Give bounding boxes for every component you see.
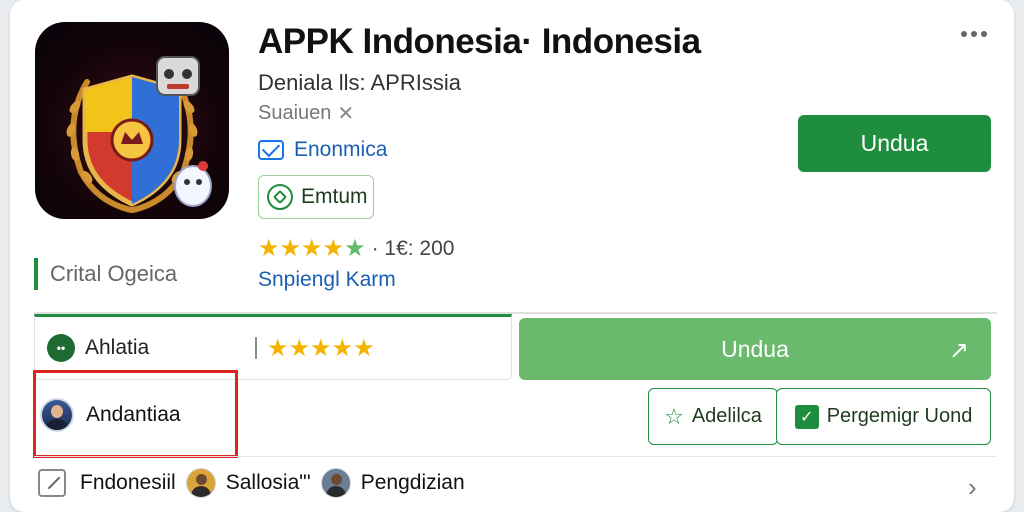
- tab-icon: ••: [47, 334, 75, 362]
- rating-value: · 1€: 200: [371, 236, 455, 260]
- arrow-icon: ↗: [948, 337, 969, 364]
- tab-stars: ★★★★★: [267, 334, 375, 362]
- permission-label: Pergemigr Uond: [826, 405, 973, 427]
- list-item[interactable]: Fndonesiil: [80, 471, 176, 495]
- developer-name[interactable]: Deniala lls: APRIssia: [258, 70, 461, 96]
- badge-label: Emtum: [301, 185, 368, 208]
- badge-icon: [267, 184, 293, 210]
- secondary-info: Suaiuen ✕: [258, 101, 354, 126]
- list-item[interactable]: Pengdizian: [361, 471, 465, 495]
- star-outline-icon: ☆: [664, 403, 684, 429]
- install-button[interactable]: Undua: [798, 115, 991, 172]
- content-badge[interactable]: Emtum: [258, 175, 374, 219]
- list-item[interactable]: Sallosia"': [226, 471, 311, 495]
- user-name: Andantiaa: [86, 403, 181, 426]
- rating-stars: ★★★★★: [258, 235, 366, 262]
- avatar: [320, 468, 351, 498]
- permission-button[interactable]: ✓ Pergemigr Uond: [776, 388, 991, 445]
- divider: [34, 456, 997, 457]
- chevron-right-icon[interactable]: ›: [968, 472, 977, 503]
- secondary-text: Suaiuen: [258, 102, 332, 124]
- wishlist-button[interactable]: ☆ Adelilca: [648, 388, 778, 445]
- rating-row: ★★★★★ · 1€: 200: [258, 234, 454, 263]
- app-icon: [35, 22, 229, 219]
- edit-icon[interactable]: [38, 469, 66, 497]
- app-listing-card: APPK Indonesia· Indonesia Deniala lls: A…: [10, 0, 1014, 512]
- install-wide-button[interactable]: Undua ↗: [519, 318, 991, 380]
- close-icon[interactable]: ✕: [337, 101, 354, 126]
- avatar: [185, 468, 216, 498]
- official-label: Crital Ogeica: [34, 258, 177, 290]
- bottom-list: Fndonesiil Sallosia"' Pengdizian: [38, 468, 465, 498]
- wishlist-label: Adelilca: [691, 405, 762, 427]
- category-link[interactable]: Enonmica: [258, 138, 387, 162]
- avatar: [40, 398, 74, 432]
- install-wide-label: Undua: [721, 335, 789, 362]
- checkbox-icon: ✓: [794, 404, 819, 429]
- divider: [255, 337, 257, 359]
- category-label: Enonmica: [294, 138, 388, 161]
- app-title: APPK Indonesia· Indonesia: [258, 22, 701, 61]
- details-link[interactable]: Snpiengl Karm: [258, 268, 396, 292]
- mail-icon: [258, 140, 284, 160]
- more-options-icon[interactable]: [956, 22, 992, 46]
- tab-label: Ahlatia: [85, 336, 150, 359]
- user-item[interactable]: Andantiaa: [40, 398, 181, 432]
